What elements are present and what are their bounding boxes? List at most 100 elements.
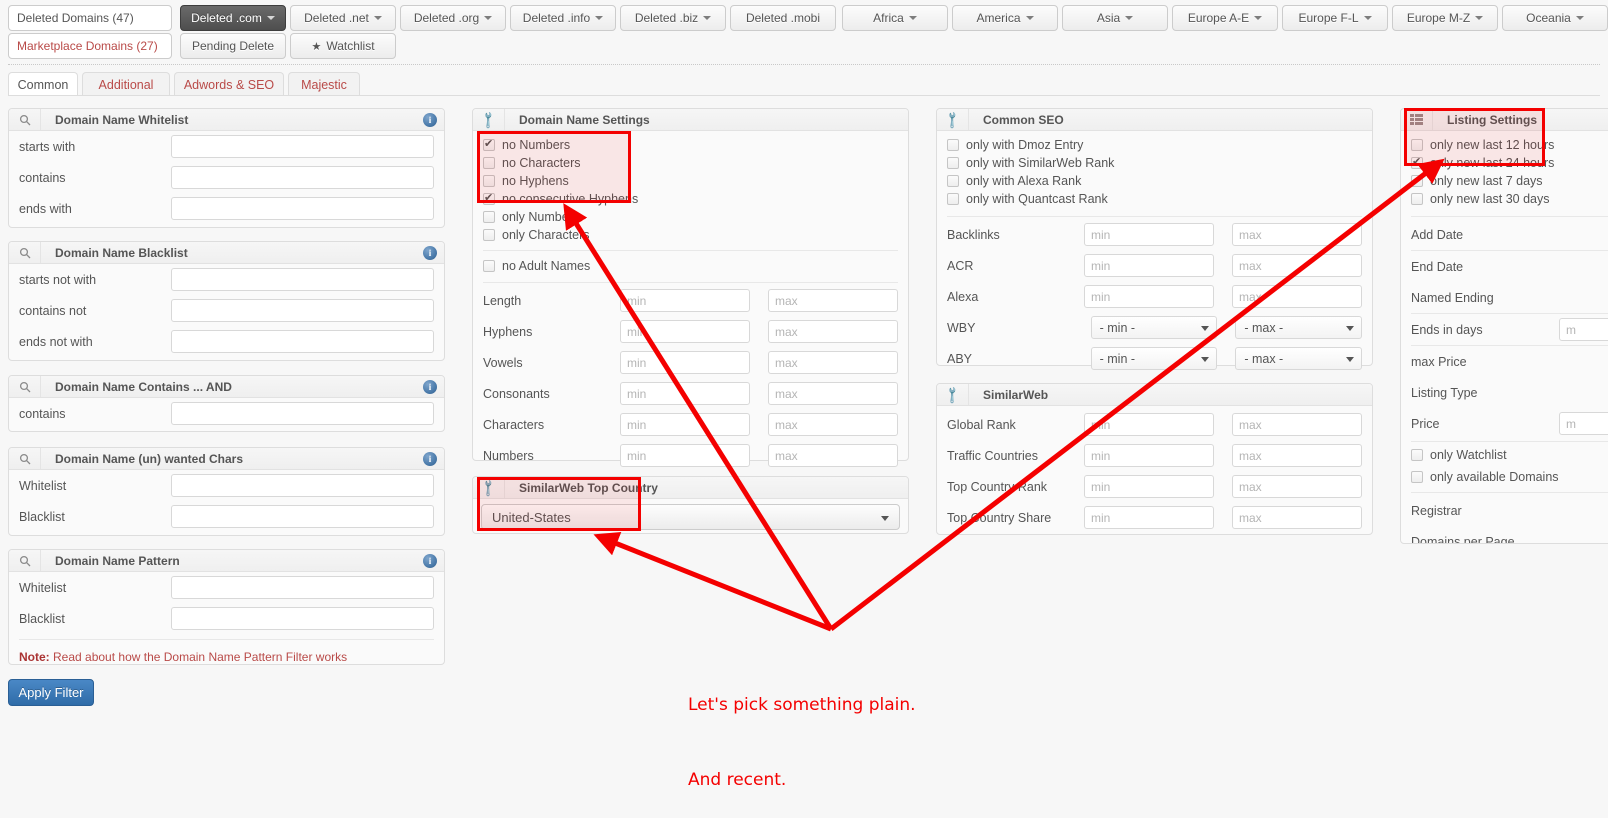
apply-filter-button[interactable]: Apply Filter [8,679,94,706]
pattern-whitelist-input[interactable] [170,576,434,599]
vowels-max-input[interactable] [768,351,898,374]
blacklist-contains-not-input[interactable] [170,299,434,322]
ends-in-days-min-input[interactable] [1559,318,1608,341]
field-label: Named Ending [1411,290,1494,305]
whitelist-ends-with-input[interactable] [170,197,434,220]
panel-listing-settings: Listing Settings only new last 12 hours … [1400,108,1608,544]
pattern-blacklist-input[interactable] [170,607,434,630]
contains-and-input[interactable] [170,402,434,425]
numbers-min-input[interactable] [620,444,750,467]
pattern-note-link[interactable]: Read about how the Domain Name Pattern F… [50,650,347,664]
length-min-input[interactable] [620,289,750,312]
info-icon[interactable]: i [423,246,437,260]
characters-max-input[interactable] [768,413,898,436]
vowels-min-input[interactable] [620,351,750,374]
tab-deleted-domains[interactable]: Deleted Domains (47) [8,5,172,31]
tab-deleted-mobi[interactable]: Deleted .mobi [730,5,836,31]
tab-deleted-net[interactable]: Deleted .net [290,5,396,31]
tab-watchlist[interactable]: ★ Watchlist [290,33,396,59]
checkbox-no-characters[interactable]: no Characters [473,154,908,172]
whitelist-starts-with-input[interactable] [170,135,434,158]
characters-min-input[interactable] [620,413,750,436]
info-icon[interactable]: i [423,113,437,127]
checkbox-only-characters[interactable]: only Characters [473,226,908,244]
tab-deleted-info[interactable]: Deleted .info [510,5,616,31]
tab-deleted-com[interactable]: Deleted .com [180,5,286,31]
info-icon[interactable]: i [423,452,437,466]
wby-min-select[interactable]: - min - [1090,316,1218,339]
wanted-chars-blacklist-input[interactable] [170,505,434,528]
consonants-max-input[interactable] [768,382,898,405]
blacklist-ends-not-with-input[interactable] [170,330,434,353]
acr-max-input[interactable] [1232,254,1362,277]
field-label: starts not with [19,272,97,287]
checkbox-only-watchlist[interactable]: only Watchlist [1401,446,1608,464]
checkbox-no-numbers[interactable]: no Numbers [473,136,908,154]
length-max-input[interactable] [768,289,898,312]
checkbox-no-hyphens[interactable]: no Hyphens [473,172,908,190]
tab-marketplace-domains[interactable]: Marketplace Domains (27) [8,33,172,59]
backlinks-max-input[interactable] [1232,223,1362,246]
checkbox-only-new-last-30-days[interactable]: only new last 30 days [1401,190,1608,208]
tab-label: Deleted .info [522,11,591,25]
hyphens-max-input[interactable] [768,320,898,343]
tab-pending-delete[interactable]: Pending Delete [180,33,286,59]
checkbox-no-adult-names[interactable]: no Adult Names [473,257,908,275]
consonants-min-input[interactable] [620,382,750,405]
tab-common[interactable]: Common [8,72,78,96]
checkbox-box [483,260,495,272]
tab-additional[interactable]: Additional [82,72,170,96]
checkbox-only-quantcast-rank[interactable]: only with Quantcast Rank [937,190,1372,208]
alexa-max-input[interactable] [1232,285,1362,308]
checkbox-box [1411,471,1423,483]
wby-max-select[interactable]: - max - [1235,316,1362,339]
tab-america[interactable]: America [952,5,1058,31]
whitelist-contains-input[interactable] [170,166,434,189]
checkbox-only-new-last-7-days[interactable]: only new last 7 days [1401,172,1608,190]
tab-majestic[interactable]: Majestic [288,72,360,96]
traffic-countries-min-input[interactable] [1084,444,1214,467]
checkbox-only-dmoz-entry[interactable]: only with Dmoz Entry [937,136,1372,154]
alexa-min-input[interactable] [1084,285,1214,308]
tab-asia[interactable]: Asia [1062,5,1168,31]
price-min-input[interactable] [1559,412,1608,435]
info-icon[interactable]: i [423,554,437,568]
field-row: Whitelist [9,572,444,603]
tab-adwords-seo[interactable]: Adwords & SEO [174,72,284,96]
global-rank-min-input[interactable] [1084,413,1214,436]
field-row: Blacklist [9,501,444,532]
blacklist-starts-not-with-input[interactable] [170,268,434,291]
tab-europe-fl[interactable]: Europe F-L [1282,5,1388,31]
global-rank-max-input[interactable] [1232,413,1362,436]
checkbox-only-numbers[interactable]: only Numbers [473,208,908,226]
field-label: ends with [19,201,72,216]
aby-max-select[interactable]: - max - [1235,347,1362,370]
tab-africa[interactable]: Africa [842,5,948,31]
top-country-share-max-input[interactable] [1232,506,1362,529]
backlinks-min-input[interactable] [1084,223,1214,246]
checkbox-only-alexa-rank[interactable]: only with Alexa Rank [937,172,1372,190]
tab-deleted-org[interactable]: Deleted .org [400,5,506,31]
aby-min-select[interactable]: - min - [1090,347,1218,370]
info-icon[interactable]: i [423,380,437,394]
top-country-share-min-input[interactable] [1084,506,1214,529]
checkbox-only-new-last-12-hours[interactable]: only new last 12 hours [1401,136,1608,154]
tab-europe-ae[interactable]: Europe A-E [1172,5,1278,31]
wanted-chars-whitelist-input[interactable] [170,474,434,497]
top-country-select[interactable]: United-States [481,504,900,530]
checkbox-only-new-last-24-hours[interactable]: only new last 24 hours [1401,154,1608,172]
chevron-down-icon [1201,357,1210,362]
acr-min-input[interactable] [1084,254,1214,277]
tab-deleted-biz[interactable]: Deleted .biz [620,5,726,31]
checkbox-only-similarweb-rank[interactable]: only with SimilarWeb Rank [937,154,1372,172]
top-country-rank-max-input[interactable] [1232,475,1362,498]
checkbox-only-available-domains[interactable]: only available Domains [1401,468,1608,486]
numbers-max-input[interactable] [768,444,898,467]
tab-oceania[interactable]: Oceania [1502,5,1608,31]
hyphens-min-input[interactable] [620,320,750,343]
traffic-countries-max-input[interactable] [1232,444,1362,467]
top-country-rank-min-input[interactable] [1084,475,1214,498]
toolbar-divider [8,64,1600,65]
checkbox-no-consecutive-hyphens[interactable]: no consecutive Hyphens [473,190,908,208]
tab-europe-mz[interactable]: Europe M-Z [1392,5,1498,31]
